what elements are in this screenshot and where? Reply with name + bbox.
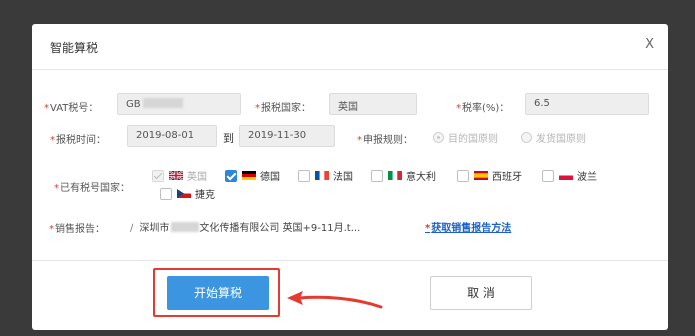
sales-report-file[interactable]: ∕ 深圳市 文化传播有限公司 英国+9-11月.t... [130, 219, 360, 234]
country-checkbox-uk[interactable]: 英国 [152, 168, 207, 183]
paperclip-icon: ∕ [130, 223, 134, 234]
redacted-mask [171, 222, 200, 232]
tax-country-label: *报税国家： [255, 103, 311, 114]
vat-number-field[interactable]: GB [117, 93, 241, 115]
tax-country-field[interactable]: 英国 [329, 93, 417, 115]
checkbox-icon [542, 169, 554, 182]
tax-period-label: *报税时间： [50, 135, 106, 146]
country-checkbox-france[interactable]: 法国 [298, 168, 353, 183]
italy-flag-icon [388, 171, 402, 180]
cancel-button[interactable]: 取 消 [430, 276, 532, 310]
country-checkbox-spain[interactable]: 西班牙 [457, 168, 522, 183]
country-checkbox-poland[interactable]: 波兰 [542, 168, 597, 183]
spain-flag-icon [474, 171, 488, 180]
uk-flag-icon [169, 171, 183, 180]
czech-flag-icon [177, 189, 191, 198]
footer-divider [32, 260, 668, 261]
dialog-header: 智能算税 X [32, 24, 668, 70]
checkbox-icon [152, 169, 164, 182]
checkbox-icon [160, 187, 172, 200]
country-checkbox-italy[interactable]: 意大利 [371, 168, 436, 183]
checkbox-icon [298, 169, 310, 182]
annotation-arrow-icon [287, 291, 383, 309]
end-date-field[interactable]: 2019-11-30 [239, 125, 335, 147]
redacted-mask [142, 98, 183, 108]
poland-flag-icon [559, 171, 573, 180]
france-flag-icon [315, 171, 329, 180]
sales-report-label: *销售报告： [49, 224, 105, 235]
country-checkbox-czech[interactable]: 捷克 [160, 186, 215, 201]
date-range-separator: 到 [223, 132, 234, 145]
country-checkbox-germany[interactable]: 德国 [225, 168, 280, 183]
checkbox-icon [457, 169, 469, 182]
existing-vat-countries-label: *已有税号国家： [54, 183, 130, 194]
close-icon[interactable]: X [645, 37, 654, 52]
checkbox-icon [225, 169, 237, 182]
checkbox-icon [371, 169, 383, 182]
dialog-title: 智能算税 [50, 41, 99, 55]
radio-dot [433, 132, 444, 143]
rule-radio-destination[interactable]: 目的国原则 [433, 130, 498, 145]
tax-rate-label: *税率(%)： [456, 103, 510, 114]
start-date-field[interactable]: 2019-08-01 [127, 125, 217, 147]
rule-radio-origin[interactable]: 发货国原则 [521, 130, 586, 145]
germany-flag-icon [242, 171, 256, 180]
start-calculation-button[interactable]: 开始算税 [167, 276, 269, 310]
tax-calculation-dialog: 智能算税 X *VAT税号： GB *报税国家： 英国 *税率(%)： 6.5 … [32, 24, 668, 330]
filing-rule-label: *申报规则： [357, 135, 413, 146]
vat-number-label: *VAT税号： [44, 103, 99, 114]
get-sales-report-link[interactable]: *获取销售报告方法 [425, 219, 511, 234]
tax-rate-field[interactable]: 6.5 [525, 93, 649, 115]
radio-dot [521, 132, 532, 143]
